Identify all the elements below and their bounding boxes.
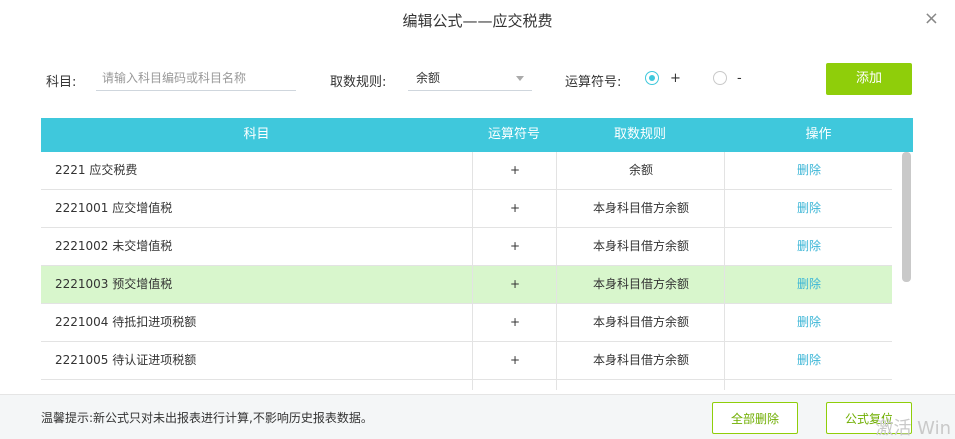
subject-label: 科目:: [46, 75, 77, 90]
delete-link[interactable]: 删除: [724, 342, 893, 379]
header-subject: 科目: [243, 127, 270, 142]
row-rule: 本身科目借方余额: [556, 228, 725, 265]
delete-link[interactable]: 删除: [724, 190, 893, 227]
table-body: 2221 应交税费 + 余额 删除 2221001 应交增值税 + 本身科目借方余额 删除 22…: [41, 152, 892, 390]
table-row[interactable]: 2221003 预交增值税 + 本身科目借方余额 删除: [41, 266, 892, 304]
table-scrollbar[interactable]: [902, 152, 911, 282]
row-operator: +: [472, 380, 557, 390]
minus-radio-label: -: [737, 71, 742, 86]
row-rule: 余额: [556, 152, 725, 189]
row-operator: +: [472, 190, 557, 227]
header-operator: 运算符号: [487, 127, 540, 142]
subject-search-input[interactable]: 请输入科目编码或科目名称: [96, 65, 296, 91]
rule-label: 取数规则:: [330, 75, 387, 90]
table-row[interactable]: 2221004 待抵扣进项税额 + 本身科目借方余额 删除: [41, 304, 892, 342]
edit-formula-dialog: 编辑公式——应交税费 × 科目: 请输入科目编码或科目名称 取数规则: 余额 运…: [0, 0, 955, 439]
row-rule: 本身科目借方余额: [556, 304, 725, 341]
header-rule: 取数规则: [613, 127, 666, 142]
row-subject: 2221005 待认证进项税额: [55, 353, 197, 367]
table-row[interactable]: 2221002 未交增值税 + 本身科目借方余额 删除: [41, 228, 892, 266]
activation-watermark: 激活 Win: [875, 418, 951, 439]
row-rule: 本身科目借方余额: [556, 190, 725, 227]
formula-table: 科目 运算符号 取数规则 操作 2221 应交税费 + 余额 删除 2221001 应交…: [41, 118, 913, 390]
rule-select-value: 余额: [416, 71, 441, 85]
filter-toolbar: 科目: 请输入科目编码或科目名称 取数规则: 余额 运算符号: + - 添加: [0, 63, 955, 95]
footer-tip: 温馨提示:新公式只对未出报表进行计算,不影响历史报表数据。: [41, 411, 373, 425]
row-operator: +: [472, 342, 557, 379]
delete-all-button[interactable]: 全部删除: [712, 402, 798, 434]
row-subject: 2221006 待转销项税额: [55, 380, 184, 390]
chevron-down-icon: [516, 76, 524, 81]
row-subject: 2221003 预交增值税: [55, 277, 173, 291]
close-icon[interactable]: ×: [924, 9, 939, 29]
row-subject: 2221002 未交增值税: [55, 239, 173, 253]
delete-link[interactable]: 删除: [724, 304, 893, 341]
plus-radio-label: +: [670, 71, 681, 86]
row-operator: +: [472, 304, 557, 341]
add-button[interactable]: 添加: [826, 63, 912, 95]
rule-select[interactable]: 余额: [408, 65, 532, 91]
footer-bar: 温馨提示:新公式只对未出报表进行计算,不影响历史报表数据。 全部删除 公式复位 …: [0, 394, 955, 439]
delete-link[interactable]: 删除: [724, 228, 893, 265]
table-header: 科目 运算符号 取数规则 操作: [41, 118, 913, 152]
row-rule: 本身科目借方余额: [556, 342, 725, 379]
row-rule: 本身科目借方余额: [556, 266, 725, 303]
minus-radio[interactable]: [713, 71, 727, 85]
dialog-title: 编辑公式——应交税费: [402, 12, 553, 30]
plus-radio[interactable]: [645, 71, 659, 85]
row-rule: 本身科目借方余额: [556, 380, 725, 390]
row-subject: 2221001 应交增值税: [55, 201, 173, 215]
table-row[interactable]: 2221001 应交增值税 + 本身科目借方余额 删除: [41, 190, 892, 228]
row-subject: 2221004 待抵扣进项税额: [55, 315, 197, 329]
row-operator: +: [472, 228, 557, 265]
row-operator: +: [472, 266, 557, 303]
operator-label: 运算符号:: [565, 75, 622, 90]
delete-link[interactable]: 删除: [724, 380, 893, 390]
row-subject: 2221 应交税费: [55, 163, 138, 177]
delete-link[interactable]: 删除: [724, 152, 893, 189]
table-row[interactable]: 2221005 待认证进项税额 + 本身科目借方余额 删除: [41, 342, 892, 380]
table-row[interactable]: 2221 应交税费 + 余额 删除: [41, 152, 892, 190]
row-operator: +: [472, 152, 557, 189]
table-row[interactable]: 2221006 待转销项税额 +本身科目借方余额删除: [41, 380, 892, 390]
delete-link[interactable]: 删除: [724, 266, 893, 303]
header-action: 操作: [805, 127, 832, 142]
